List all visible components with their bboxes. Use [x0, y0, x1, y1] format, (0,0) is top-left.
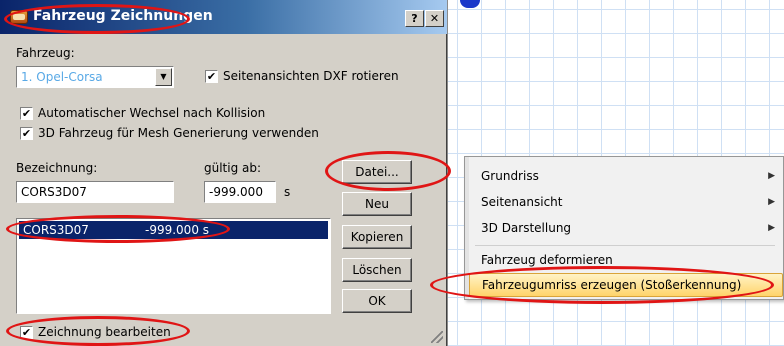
name-input[interactable]: CORS3D07	[16, 181, 174, 203]
menu-item-label: Fahrzeug deformieren	[481, 253, 613, 267]
vehicle-select-value: 1. Opel-Corsa	[21, 70, 103, 84]
chevron-right-icon: ▶	[768, 223, 775, 233]
menu-item-label: Fahrzeugumriss erzeugen (Stoßerkennung)	[482, 278, 742, 292]
mesh-label: 3D Fahrzeug für Mesh Generierung verwend…	[38, 126, 319, 140]
menu-item-grundriss[interactable]: Grundriss ▶	[469, 163, 783, 189]
menu-item-label: Seitenansicht	[481, 195, 563, 209]
chevron-right-icon: ▶	[768, 171, 775, 181]
resize-grip[interactable]	[431, 331, 443, 343]
auto-switch-label: Automatischer Wechsel nach Kollision	[38, 106, 266, 120]
rotate-dxf-label: Seitenansichten DXF rotieren	[223, 69, 399, 83]
menu-item-label: 3D Darstellung	[481, 221, 572, 235]
list-item-value: -999.000 s	[145, 223, 210, 237]
menu-item-3d-darstellung[interactable]: 3D Darstellung ▶	[469, 215, 783, 241]
vehicle-select[interactable]: 1. Opel-Corsa ▼	[16, 66, 174, 88]
menu-item-seitenansicht[interactable]: Seitenansicht ▶	[469, 189, 783, 215]
mesh-checkbox[interactable]: ✔	[20, 127, 33, 140]
valid-from-input[interactable]: -999.000	[204, 181, 276, 203]
auto-switch-checkbox[interactable]: ✔	[20, 107, 33, 120]
file-button[interactable]: Datei...	[342, 160, 412, 184]
menu-item-label: Grundriss	[481, 169, 539, 183]
vehicle-label: Fahrzeug:	[16, 46, 75, 60]
name-label: Bezeichnung:	[16, 161, 98, 175]
list-item-name: CORS3D07	[23, 223, 89, 237]
rotate-dxf-checkbox[interactable]: ✔	[205, 70, 218, 83]
menu-item-generate-outline[interactable]: Fahrzeugumriss erzeugen (Stoßerkennung)	[469, 273, 783, 297]
menu-item-deform-vehicle[interactable]: Fahrzeug deformieren	[469, 247, 783, 273]
chevron-down-icon[interactable]: ▼	[155, 68, 172, 86]
title-bar[interactable]: Fahrzeug Zeichnungen ? ✕	[0, 0, 447, 34]
delete-button[interactable]: Löschen	[342, 258, 412, 282]
vehicle-shape	[460, 0, 480, 8]
valid-from-label: gültig ab:	[204, 161, 262, 175]
help-button[interactable]: ?	[405, 10, 424, 27]
list-item[interactable]: CORS3D07 -999.000 s	[19, 221, 328, 239]
chevron-right-icon: ▶	[768, 197, 775, 207]
vehicle-drawings-dialog: Fahrzeug Zeichnungen ? ✕ Fahrzeug: 1. Op…	[0, 0, 447, 346]
ok-button[interactable]: OK	[342, 289, 412, 313]
valid-from-unit: s	[284, 185, 291, 199]
menu-separator	[475, 245, 775, 246]
close-button[interactable]: ✕	[425, 10, 444, 27]
dialog-title: Fahrzeug Zeichnungen	[33, 8, 213, 24]
new-button[interactable]: Neu	[342, 192, 412, 216]
copy-button[interactable]: Kopieren	[342, 225, 412, 249]
drawing-list[interactable]: CORS3D07 -999.000 s	[16, 218, 331, 314]
car-icon	[10, 10, 28, 24]
edit-drawing-label: Zeichnung bearbeiten	[38, 325, 171, 339]
file-context-menu: Grundriss ▶ Seitenansicht ▶ 3D Darstellu…	[464, 156, 784, 300]
edit-drawing-checkbox[interactable]: ✔	[20, 326, 33, 339]
